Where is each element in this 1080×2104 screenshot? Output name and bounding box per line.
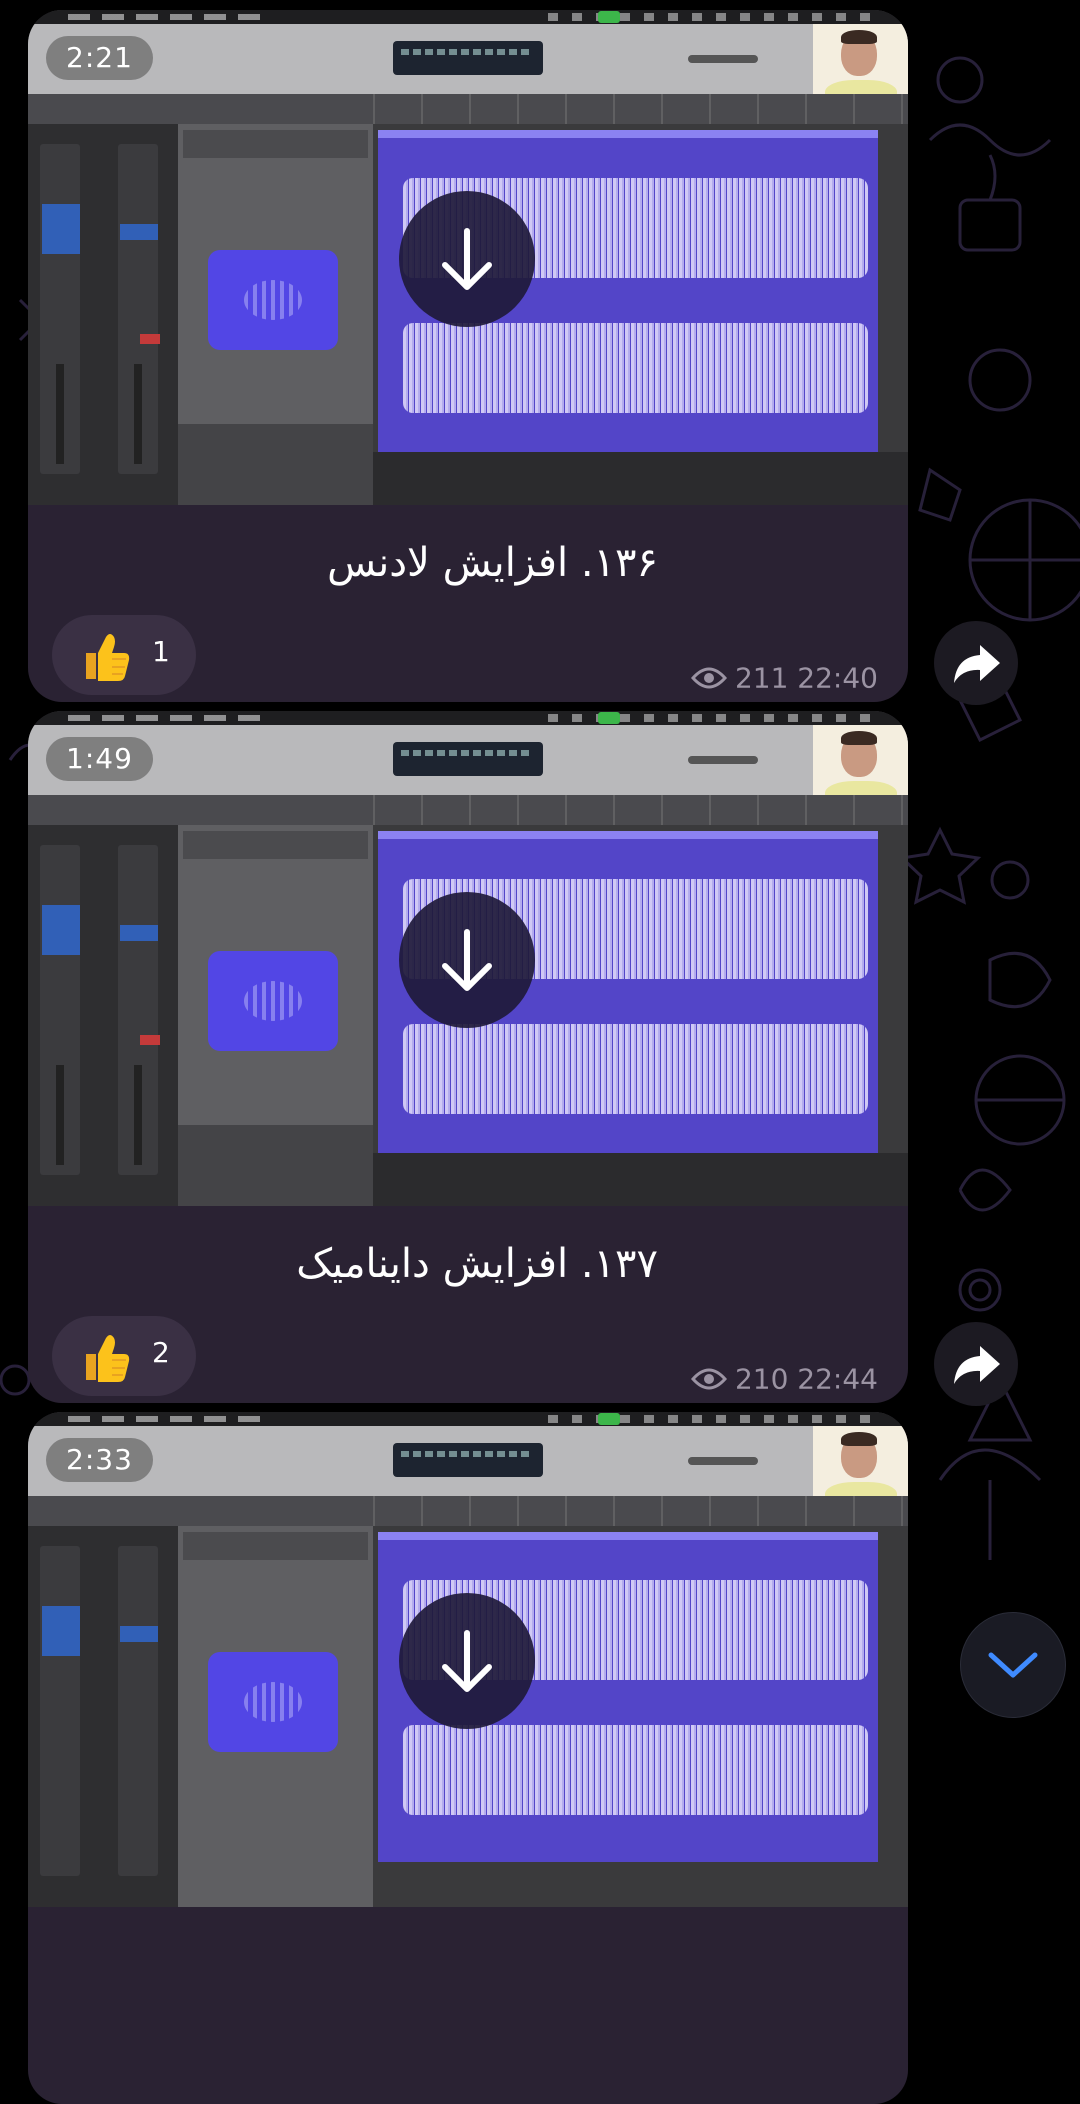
message-meta: 210 22:44 [690,1361,878,1396]
reaction-chip[interactable]: 2 [52,1316,196,1396]
video-frame-plugin-icon [208,250,338,350]
reaction-count: 2 [152,1336,170,1369]
video-frame-ruler [373,94,908,124]
video-thumbnail[interactable]: 2:33 [28,1412,908,1907]
video-thumbnail[interactable]: 1:49 [28,711,908,1206]
chevron-down-icon [988,1652,1038,1678]
forward-button[interactable] [934,621,1018,705]
video-frame-lcd [393,41,543,75]
video-message[interactable]: 1:49 ۱۳۷. افزایش داینامیک 2 210 22:44 [28,711,908,1403]
video-frame-ruler [373,795,908,825]
download-button[interactable] [399,892,535,1028]
message-time: 22:40 [797,661,878,695]
video-frame-menubar [28,1412,908,1426]
download-arrow-icon [442,929,492,991]
video-frame-menubar [28,711,908,725]
video-frame-lcd [393,742,543,776]
view-count: 211 [734,661,789,695]
video-frame-mixer [28,124,178,505]
forward-arrow-icon [954,1346,1000,1384]
download-button[interactable] [399,1593,535,1729]
video-frame-lcd [393,1443,543,1477]
video-frame-plugin-icon [208,1652,338,1752]
eye-icon [690,667,727,689]
reaction-chip[interactable]: 1 [52,615,196,695]
download-arrow-icon [442,228,492,290]
reaction-count: 1 [152,635,170,668]
video-frame-menubar [28,10,908,24]
forward-arrow-icon [954,645,1000,683]
thumbs-up-icon [80,1330,134,1388]
video-frame-plugin-icon [208,951,338,1051]
message-caption: ۱۳۶. افزایش لادنس [327,540,658,586]
video-frame-mixer [28,825,178,1206]
video-message[interactable]: 2:33 [28,1412,908,2104]
video-frame-empty-area [373,452,908,505]
video-frame-ruler [373,1496,908,1526]
video-frame-mixer [28,1526,178,1907]
download-arrow-icon [442,1630,492,1692]
video-frame-empty-area [373,1153,908,1206]
video-thumbnail[interactable]: 2:21 [28,10,908,505]
message-time: 22:44 [797,1362,878,1396]
thumbs-up-icon [80,629,134,687]
video-frame-slider [688,55,758,63]
forward-button[interactable] [934,1322,1018,1406]
video-duration-badge: 2:33 [46,1438,153,1482]
video-frame-slider [688,756,758,764]
scroll-to-bottom-button[interactable] [960,1612,1066,1718]
message-meta: 211 22:40 [690,660,878,695]
message-caption: ۱۳۷. افزایش داینامیک [296,1241,658,1287]
video-message[interactable]: 2:21 ۱۳۶. افزایش لادنس 1 211 22:40 [28,10,908,702]
video-frame-slider [688,1457,758,1465]
view-count: 210 [734,1362,789,1396]
video-duration-badge: 2:21 [46,36,153,80]
download-button[interactable] [399,191,535,327]
video-duration-badge: 1:49 [46,737,153,781]
eye-icon [690,1368,727,1390]
